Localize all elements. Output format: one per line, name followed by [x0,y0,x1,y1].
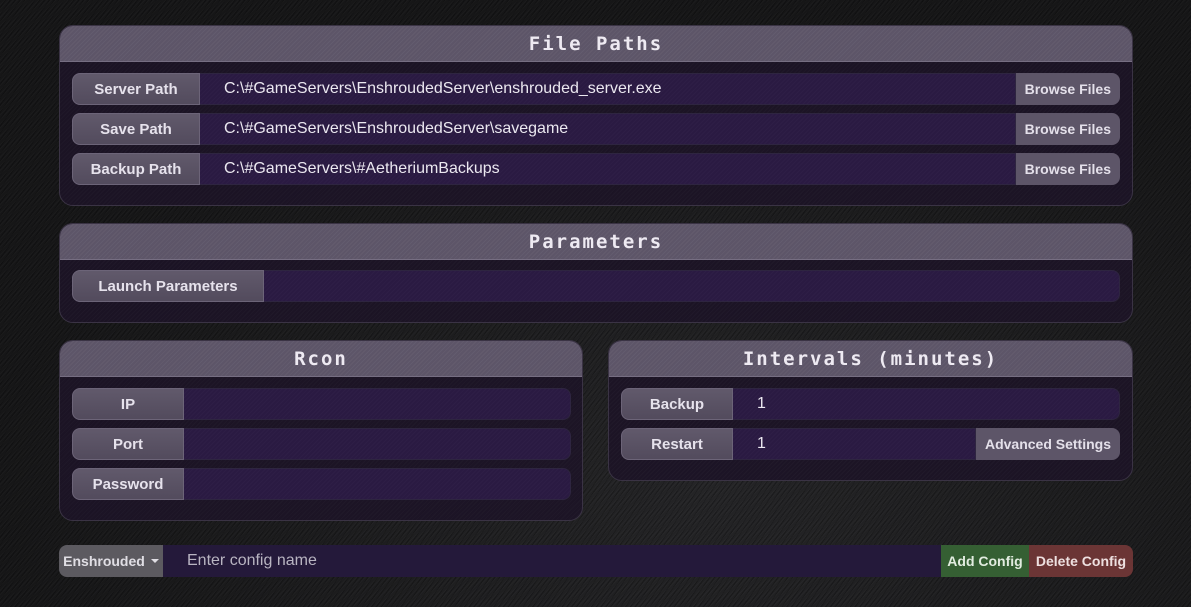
advanced-settings-button[interactable]: Advanced Settings [975,428,1120,460]
caret-down-icon [150,559,159,563]
backup-interval-input[interactable]: 1 [733,388,1120,420]
server-path-input[interactable]: C:\#GameServers\EnshroudedServer\enshrou… [200,73,1016,105]
rcon-port-label: Port [72,428,184,460]
config-name-input[interactable] [163,545,941,577]
backup-path-row: Backup Path C:\#GameServers\#AetheriumBa… [72,153,1120,185]
rcon-title: Rcon [60,341,582,377]
backup-path-input[interactable]: C:\#GameServers\#AetheriumBackups [200,153,1016,185]
rcon-password-row: Password [72,468,571,500]
server-path-browse-button[interactable]: Browse Files [1015,73,1120,105]
restart-interval-input[interactable]: 1 [733,428,976,460]
restart-interval-label: Restart [621,428,733,460]
intervals-title: Intervals (minutes) [609,341,1132,377]
save-path-label: Save Path [72,113,200,145]
game-select-dropdown[interactable]: Enshrouded [59,545,163,577]
rcon-port-input[interactable] [184,428,571,460]
rcon-ip-label: IP [72,388,184,420]
parameters-title: Parameters [60,224,1132,260]
backup-path-browse-button[interactable]: Browse Files [1015,153,1120,185]
rcon-panel: Rcon IP Port Password [59,340,583,521]
rcon-password-label: Password [72,468,184,500]
launch-parameters-label: Launch Parameters [72,270,264,302]
config-bar: Enshrouded Add Config Delete Config [59,545,1133,577]
save-path-input[interactable]: C:\#GameServers\EnshroudedServer\savegam… [200,113,1016,145]
launch-parameters-input[interactable] [264,270,1120,302]
save-path-browse-button[interactable]: Browse Files [1015,113,1120,145]
rcon-port-row: Port [72,428,571,460]
launch-parameters-row: Launch Parameters [72,270,1120,302]
restart-interval-row: Restart 1 Advanced Settings [621,428,1120,460]
save-path-row: Save Path C:\#GameServers\EnshroudedServ… [72,113,1120,145]
rcon-ip-row: IP [72,388,571,420]
backup-interval-row: Backup 1 [621,388,1120,420]
server-path-row: Server Path C:\#GameServers\EnshroudedSe… [72,73,1120,105]
backup-interval-label: Backup [621,388,733,420]
backup-path-label: Backup Path [72,153,200,185]
server-path-label: Server Path [72,73,200,105]
add-config-button[interactable]: Add Config [941,545,1029,577]
file-paths-panel: File Paths Server Path C:\#GameServers\E… [59,25,1133,206]
intervals-panel: Intervals (minutes) Backup 1 Restart 1 A… [608,340,1133,481]
rcon-ip-input[interactable] [184,388,571,420]
game-select-value: Enshrouded [63,553,145,569]
parameters-panel: Parameters Launch Parameters [59,223,1133,323]
delete-config-button[interactable]: Delete Config [1029,545,1133,577]
rcon-password-input[interactable] [184,468,571,500]
file-paths-title: File Paths [60,26,1132,62]
